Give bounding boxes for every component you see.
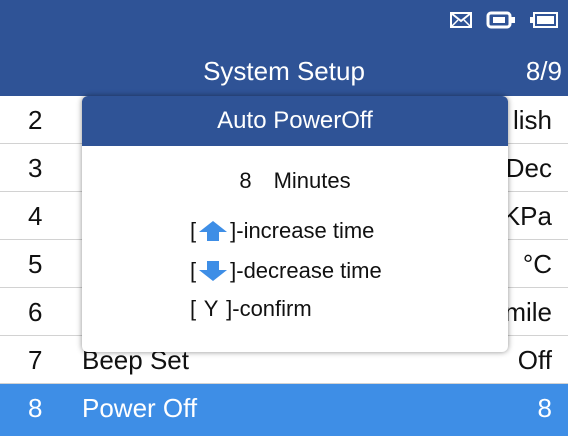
menu-item-number: 7	[28, 345, 43, 375]
status-icons	[450, 10, 558, 34]
dialog-title: Auto PowerOff	[82, 96, 508, 146]
battery-icon	[530, 11, 558, 33]
minutes-unit: Minutes	[273, 168, 351, 193]
title-bar: System Setup 8/9	[0, 44, 568, 96]
menu-item-value: KPa	[502, 201, 552, 231]
menu-item-value: Off	[517, 345, 552, 375]
status-bar	[0, 0, 568, 44]
decrease-instruction: [ ]-decrease time	[190, 258, 382, 284]
menu-item-value: lish	[512, 105, 552, 135]
battery-connector-icon	[486, 11, 516, 34]
auto-poweroff-dialog: Auto PowerOff 8 Minutes [ ]-increase time…	[82, 96, 508, 352]
minutes-value: 8	[239, 168, 252, 193]
up-arrow-icon	[198, 220, 228, 242]
confirm-instruction: [ Y ]-confirm	[190, 296, 312, 322]
mail-icon	[450, 11, 472, 33]
menu-item-number: 8	[28, 393, 43, 423]
open-bracket: [	[190, 258, 197, 283]
down-arrow-icon	[198, 260, 228, 282]
menu-item-value: mile	[504, 297, 552, 327]
menu-item-value: °C	[522, 249, 552, 279]
increase-text: ]-increase time	[230, 218, 375, 243]
dialog-body: 8 Minutes [ ]-increase time [ ]-decrease …	[82, 146, 508, 352]
confirm-key: Y	[203, 296, 219, 321]
menu-item-value: 8	[537, 393, 552, 423]
page-indicator: 8/9	[525, 56, 562, 86]
menu-item-number: 2	[28, 105, 43, 135]
menu-item-power-off[interactable]: 8 Power Off 8	[0, 384, 568, 436]
menu-item-number: 6	[28, 297, 43, 327]
menu-item-label: Power Off	[82, 393, 198, 423]
decrease-text: ]-decrease time	[230, 258, 382, 283]
minutes-readout: 8 Minutes	[82, 168, 508, 194]
open-bracket: [	[190, 218, 197, 243]
menu-item-number: 4	[28, 201, 43, 231]
confirm-text: ]-confirm	[226, 296, 312, 321]
page-title: System Setup	[203, 56, 365, 86]
menu-item-value: Dec	[505, 153, 552, 183]
menu-item-number: 5	[28, 249, 43, 279]
increase-instruction: [ ]-increase time	[190, 218, 374, 244]
menu-item-number: 3	[28, 153, 43, 183]
